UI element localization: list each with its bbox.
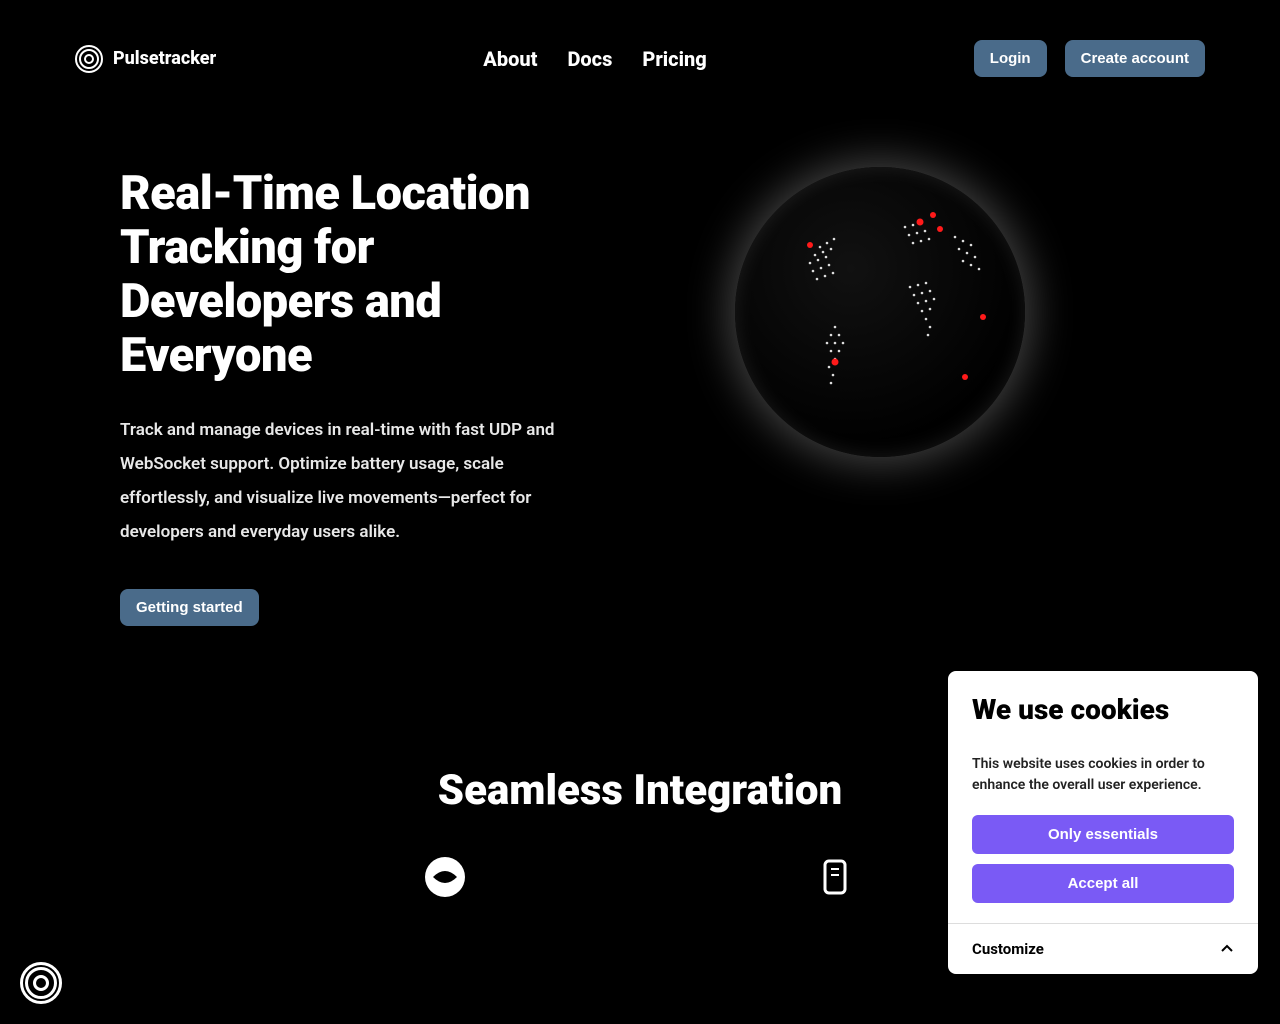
bottom-left-badge[interactable]: [20, 962, 62, 1004]
cookie-title: We use cookies: [972, 693, 1234, 726]
hero-copy: Real-Time Location Tracking for Develope…: [120, 167, 560, 626]
nav-about[interactable]: About: [483, 47, 537, 71]
pulsetracker-logo-icon: [75, 45, 103, 73]
logo-group[interactable]: Pulsetracker: [75, 45, 216, 73]
auth-buttons: Login Create account: [974, 40, 1205, 77]
nav-pricing[interactable]: Pricing: [642, 47, 706, 71]
cookie-customize-label: Customize: [972, 940, 1044, 958]
hero-section: Real-Time Location Tracking for Develope…: [0, 117, 1280, 746]
integration-icon-2: [813, 855, 857, 899]
integration-icon-1: [423, 855, 467, 899]
cookie-accept-all-button[interactable]: Accept all: [972, 864, 1234, 903]
hero-subtitle: Track and manage devices in real-time wi…: [120, 413, 560, 549]
brand-name: Pulsetracker: [113, 48, 216, 69]
pulsetracker-badge-icon: [20, 962, 62, 1004]
main-nav: About Docs Pricing: [483, 47, 706, 71]
create-account-button[interactable]: Create account: [1065, 40, 1205, 77]
chevron-up-icon: [1220, 942, 1234, 956]
hero-title: Real-Time Location Tracking for Develope…: [120, 167, 560, 383]
hero-visual: [600, 167, 1160, 457]
cookie-text: This website uses cookies in order to en…: [972, 754, 1234, 795]
nav-docs[interactable]: Docs: [567, 47, 612, 71]
cookie-consent-panel: We use cookies This website uses cookies…: [948, 671, 1258, 974]
login-button[interactable]: Login: [974, 40, 1047, 77]
cookie-customize-toggle[interactable]: Customize: [948, 923, 1258, 974]
getting-started-button[interactable]: Getting started: [120, 589, 259, 626]
globe-icon: [735, 167, 1025, 457]
header: Pulsetracker About Docs Pricing Login Cr…: [0, 0, 1280, 117]
cookie-only-essentials-button[interactable]: Only essentials: [972, 815, 1234, 854]
